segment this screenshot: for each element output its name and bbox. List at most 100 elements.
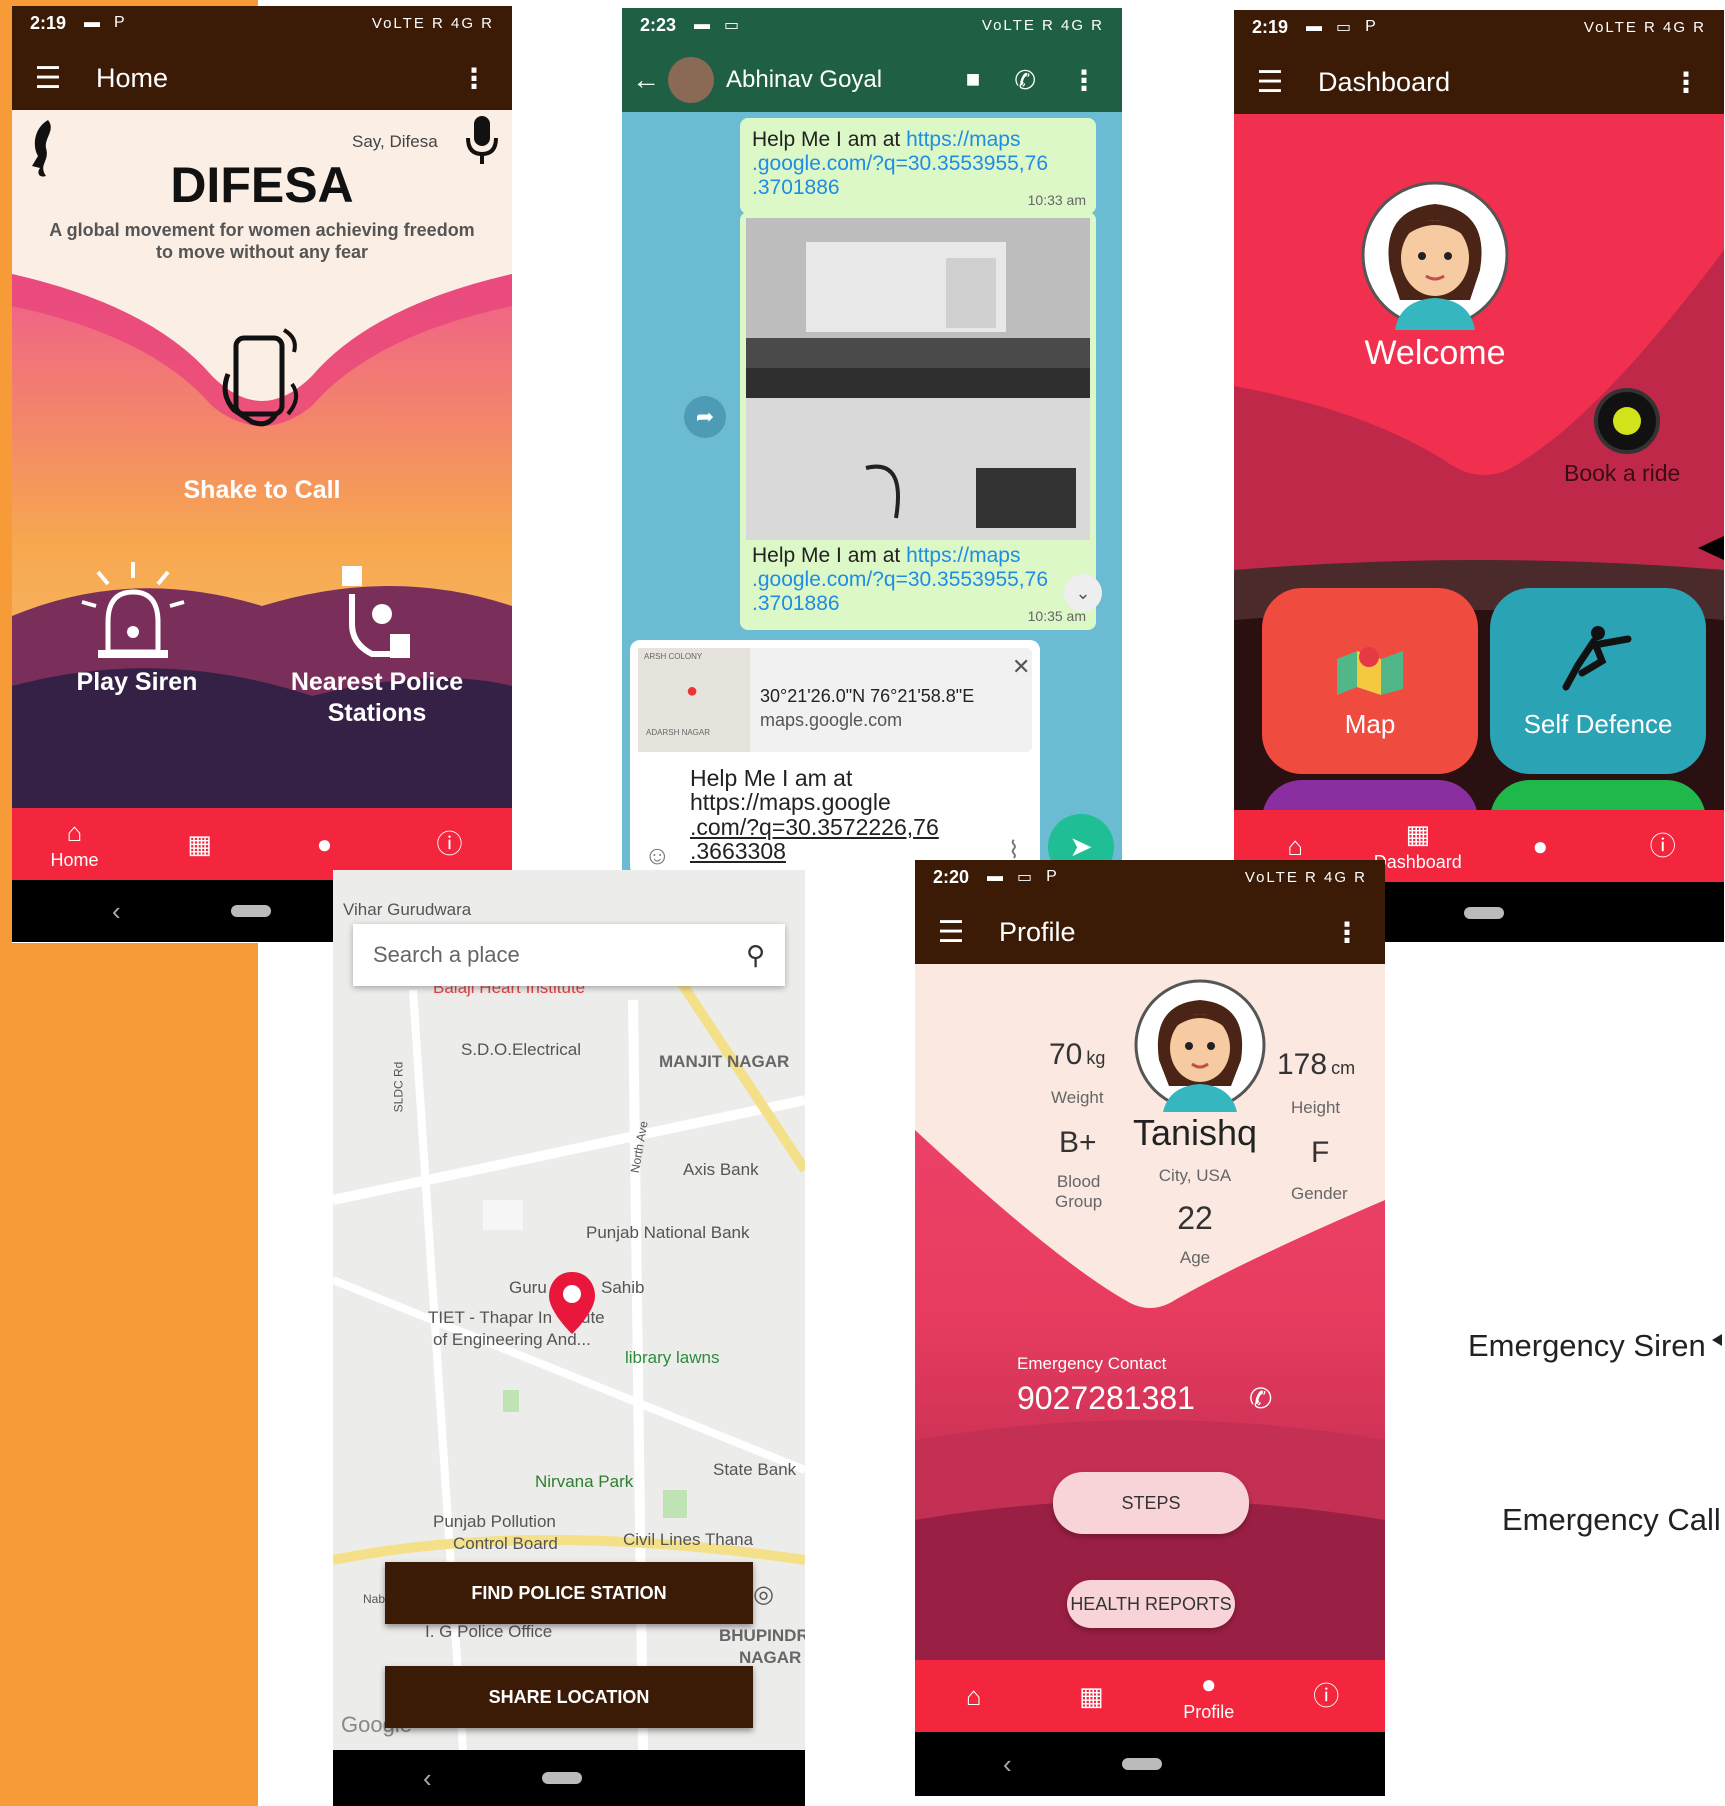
status-bar: 2:20 ▬ ▭ P VoLTE R 4G R [933, 866, 1367, 887]
dashboard-app-bar: ☰ Dashboard ⋮ [1234, 44, 1724, 120]
hamburger-menu-icon[interactable]: ☰ [22, 61, 74, 96]
home-screen: 2:19 ▬ P VoLTE R 4G R ☰ Home ⋮ Say, Dife… [12, 6, 512, 943]
search-input[interactable]: Search a place [373, 942, 520, 968]
back-icon[interactable]: ‹ [423, 1763, 432, 1794]
forward-icon[interactable]: ➦ [684, 396, 726, 438]
nearest-police-label-1[interactable]: Nearest Police [252, 668, 502, 697]
phone-call-icon[interactable]: ✆ [1014, 65, 1036, 96]
share-location-button[interactable]: SHARE LOCATION [385, 1666, 753, 1728]
scroll-down-icon[interactable]: ⌄ [1064, 574, 1102, 612]
page-title: Home [96, 62, 169, 93]
close-preview-icon[interactable]: ✕ [1012, 654, 1030, 680]
book-ride-label[interactable]: Book a ride [1564, 460, 1680, 487]
call-icon[interactable]: ✆ [1249, 1382, 1272, 1415]
play-siren-label[interactable]: Play Siren [52, 668, 222, 697]
emoji-icon[interactable]: ☺ [644, 840, 671, 871]
home-pill-icon[interactable] [541, 1772, 582, 1784]
info-icon[interactable]: ⓘ [1602, 833, 1725, 859]
signal-icons: VoLTE R 4G R [1244, 868, 1367, 886]
message-bubble-2[interactable]: Help Me I am at https://maps .google.com… [740, 212, 1096, 630]
shake-phone-icon[interactable] [218, 324, 308, 434]
home-pill-icon[interactable] [1121, 1758, 1162, 1770]
profile-icon[interactable]: ● [1479, 833, 1602, 859]
emergency-call-label: Emergency Call [1502, 1502, 1721, 1537]
back-arrow-icon[interactable]: ← [632, 64, 660, 96]
home-pill-icon[interactable] [230, 905, 271, 917]
bottom-nav: ⌂ ▦ ● Profile ⓘ [915, 1660, 1385, 1732]
preview-site: maps.google.com [760, 710, 903, 730]
home-icon: ⌂ [66, 817, 83, 847]
nearest-police-label-2[interactable]: Stations [252, 699, 502, 728]
user-avatar[interactable] [1360, 180, 1510, 330]
profile-icon: ● [1200, 1669, 1217, 1699]
gender-value: F [1311, 1136, 1330, 1169]
maps-link[interactable]: https://maps [906, 128, 1020, 151]
profile-icon[interactable]: ● [262, 831, 387, 857]
pointer-arrow-icon [1712, 1334, 1722, 1346]
home-icon[interactable]: ⌂ [1234, 833, 1357, 859]
age-value: 22 [1177, 1200, 1213, 1236]
preview-coordinates: 30°21'26.0"N 76°21'58.8"E [760, 686, 975, 706]
map-pin-icon: ● [686, 680, 699, 702]
user-avatar[interactable] [1133, 978, 1267, 1112]
ola-ride-icon[interactable] [1594, 388, 1660, 454]
age-label: Age [1179, 1248, 1211, 1267]
video-call-icon[interactable]: ■ [966, 66, 981, 94]
dashboard-icon[interactable]: ▦ [137, 831, 262, 857]
parking-icon: P [1365, 18, 1376, 35]
pointer-arrow-icon [1698, 536, 1724, 560]
steps-button[interactable]: STEPS [1053, 1472, 1249, 1534]
user-name: Tanishq [1132, 1112, 1258, 1153]
profile-screen: 2:20 ▬ ▭ P VoLTE R 4G R ☰ Profile ⋮ 70 kg… [915, 860, 1385, 1796]
home-pill-icon[interactable] [1464, 907, 1504, 919]
find-police-station-button[interactable]: FIND POLICE STATION [385, 1562, 753, 1624]
overflow-menu-icon[interactable]: ⋮ [460, 62, 488, 95]
gender-label: Gender [1291, 1184, 1348, 1203]
tagline-line-2: to move without any fear [155, 242, 369, 262]
back-icon[interactable]: ‹ [112, 896, 121, 927]
emergency-contact-number: 9027281381 [1017, 1380, 1195, 1416]
map-tile[interactable]: Map [1262, 588, 1478, 774]
overflow-menu-icon[interactable]: ⋮ [1070, 64, 1098, 97]
my-location-icon[interactable]: ◎ [753, 1580, 774, 1609]
hamburger-menu-icon[interactable]: ☰ [925, 915, 977, 950]
info-icon[interactable]: ⓘ [387, 831, 512, 857]
link-preview[interactable]: ARSH COLONY ADARSH NAGAR ● 30°21'26.0"N … [638, 648, 1032, 752]
keyboard-icon: ▭ [1336, 19, 1352, 36]
compose-box: ARSH COLONY ADARSH NAGAR ● 30°21'26.0"N … [630, 640, 1040, 875]
dashboard-screen: 2:19 ▬ ▭ P VoLTE R 4G R ☰ Dashboard ⋮ We… [1234, 10, 1724, 942]
nav-profile[interactable]: ● Profile [1150, 1671, 1268, 1721]
back-icon[interactable]: ‹ [1003, 1749, 1012, 1780]
avatar[interactable] [668, 57, 714, 103]
search-bar[interactable]: Search a place ⚲ [353, 924, 785, 986]
weight-label: Weight [1051, 1088, 1104, 1107]
police-station-icon[interactable] [332, 554, 422, 664]
map-screen: Vihar Gurudwara Balaji Heart Institute S… [333, 870, 805, 1806]
keyboard-icon: ▭ [724, 17, 740, 34]
home-app-bar: ☰ Home ⋮ [12, 40, 512, 116]
contact-name[interactable]: Abhinav Goyal [726, 66, 882, 94]
hamburger-menu-icon[interactable]: ☰ [1244, 65, 1296, 100]
system-nav-bar: ‹ [915, 1732, 1385, 1796]
siren-icon[interactable] [78, 562, 188, 662]
home-icon[interactable]: ⌂ [915, 1683, 1033, 1709]
gallery-icon: ▬ [1306, 18, 1323, 35]
message-input[interactable]: Help Me I am at https://maps.google .com… [690, 766, 939, 864]
status-bar: 2:23 ▬ ▭ VoLTE R 4G R [640, 14, 1104, 35]
message-bubble-1[interactable]: Help Me I am at https://maps .google.com… [740, 118, 1096, 214]
classroom-photo[interactable] [746, 218, 1090, 540]
location-pin-icon[interactable] [547, 1270, 597, 1336]
page-title: Profile [999, 916, 1076, 947]
gallery-icon: ▬ [694, 16, 711, 33]
shake-to-call-label[interactable]: Shake to Call [12, 476, 512, 505]
health-reports-button[interactable]: HEALTH REPORTS [1067, 1580, 1235, 1628]
self-defence-tile[interactable]: Self Defence [1490, 588, 1706, 774]
overflow-menu-icon[interactable]: ⋮ [1672, 66, 1700, 99]
overflow-menu-icon[interactable]: ⋮ [1333, 916, 1361, 949]
nav-home[interactable]: ⌂ Home [12, 819, 137, 869]
search-icon[interactable]: ⚲ [746, 940, 765, 971]
chat-screen: 2:23 ▬ ▭ VoLTE R 4G R ← Abhinav Goyal ■ … [622, 8, 1122, 875]
info-icon[interactable]: ⓘ [1268, 1683, 1386, 1709]
height-value: 178 cm [1277, 1048, 1356, 1081]
dashboard-icon[interactable]: ▦ [1033, 1683, 1151, 1709]
